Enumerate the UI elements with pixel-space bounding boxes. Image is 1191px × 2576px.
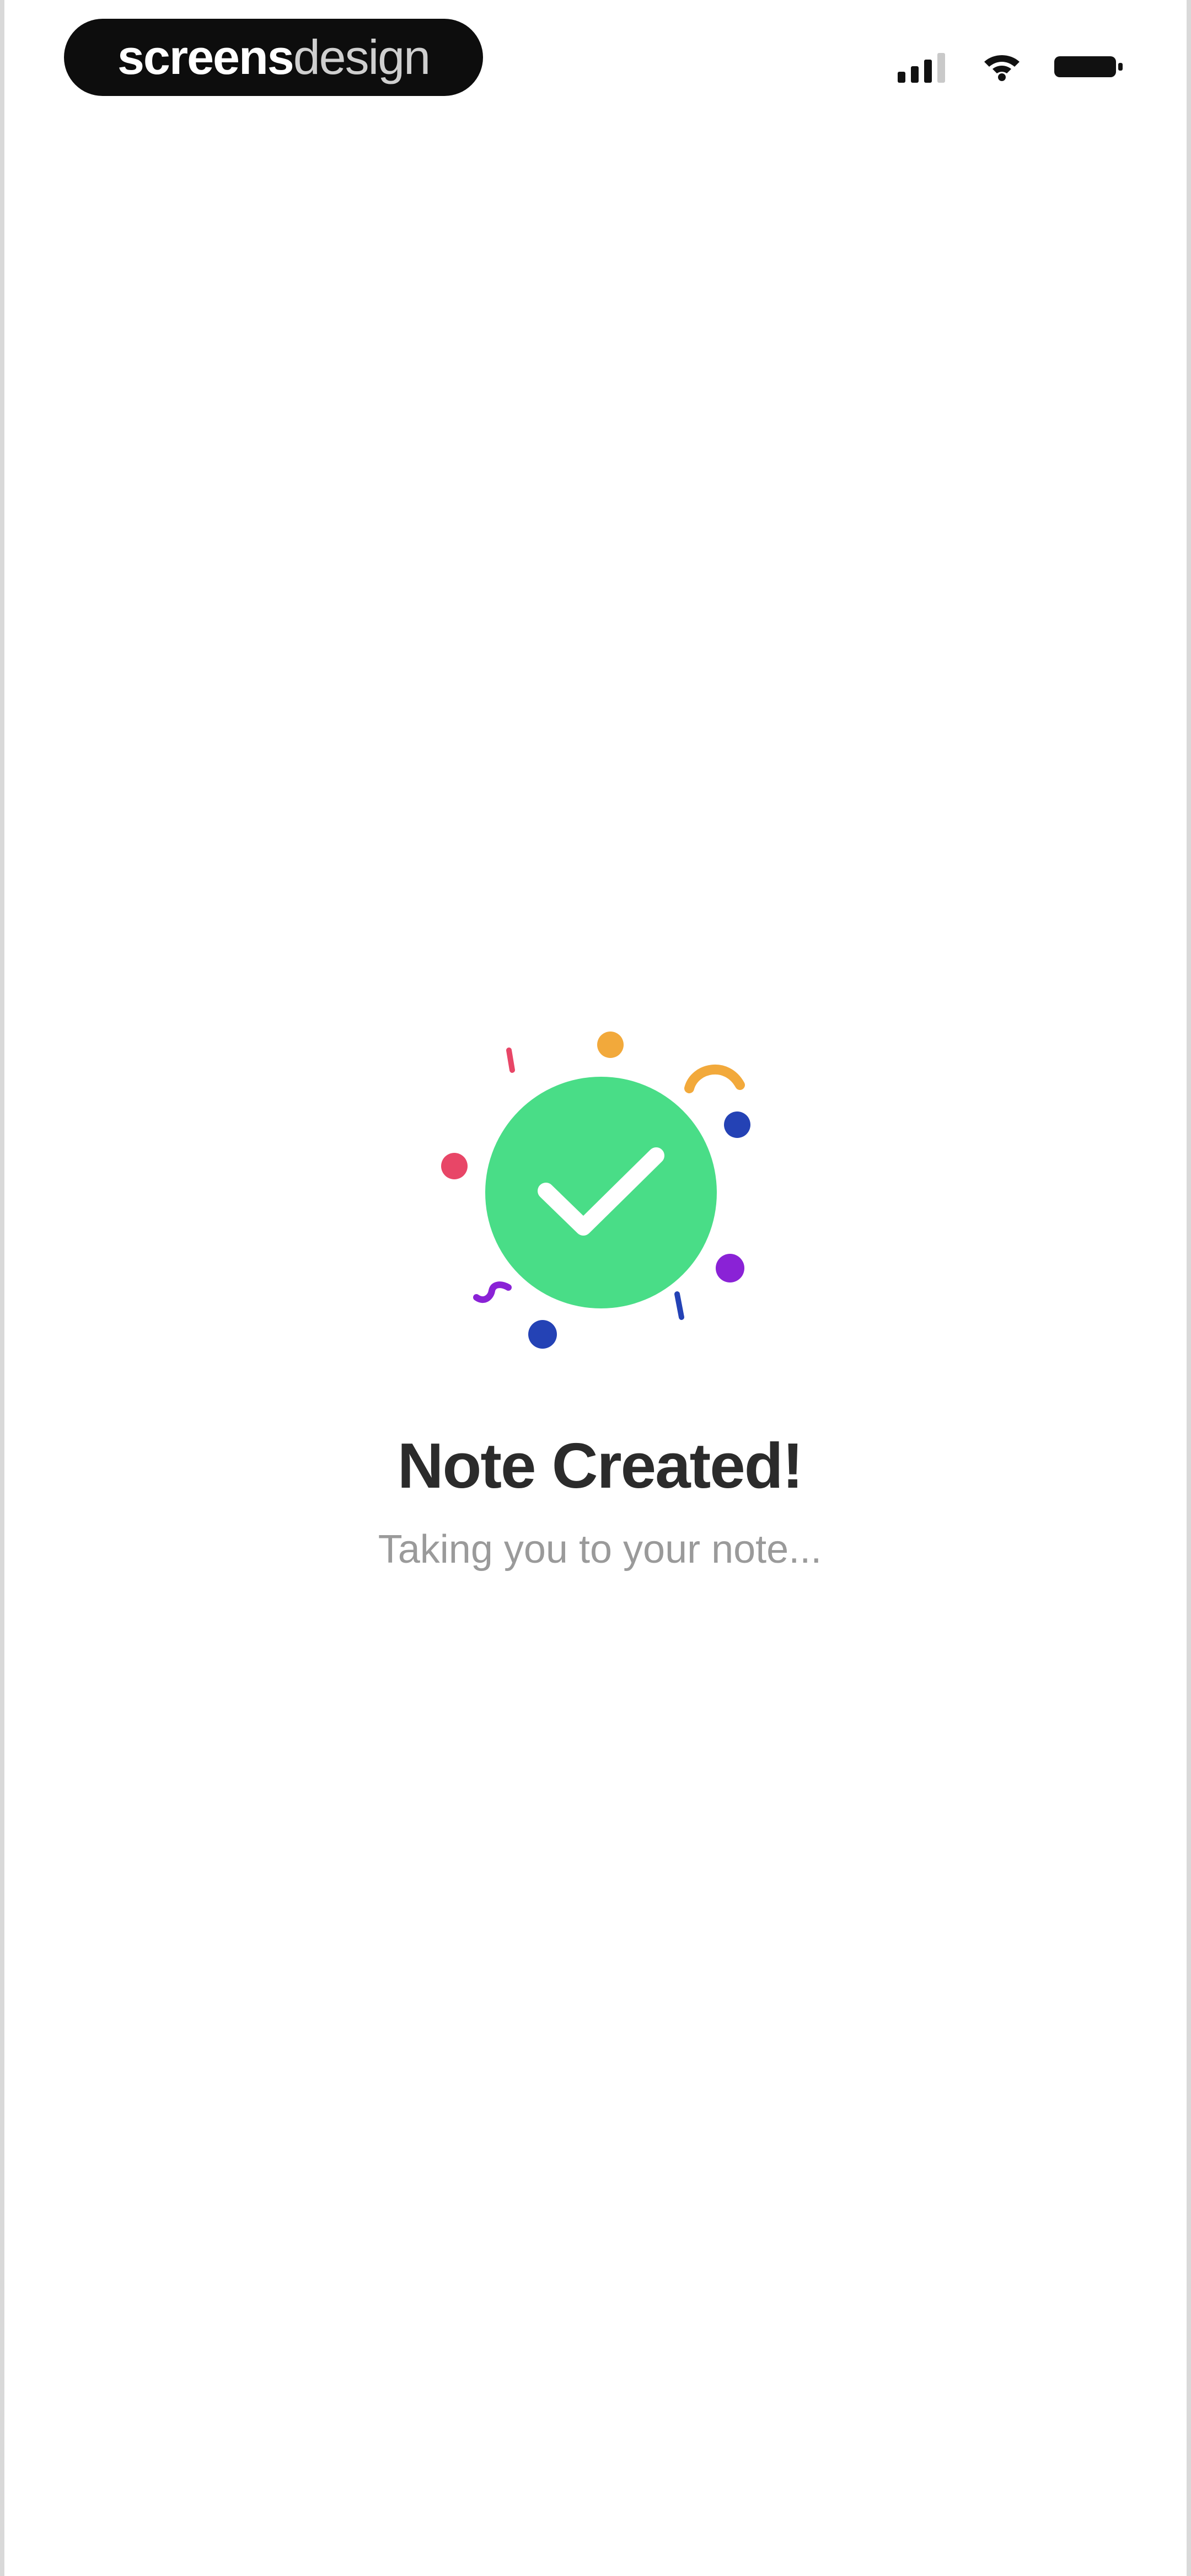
confetti-blue-dot [724, 1111, 750, 1138]
brand-logo-pill: screens design [64, 19, 483, 96]
confetti-pink-dash [506, 1047, 515, 1073]
battery-icon [1054, 56, 1123, 77]
confetti-purple-dot [716, 1254, 744, 1282]
brand-name-bold: screens [117, 30, 294, 84]
status-icons [898, 51, 1124, 83]
note-created-title: Note Created! [397, 1430, 804, 1501]
status-bar: screens design [4, 0, 1191, 121]
success-illustration [423, 1015, 776, 1368]
checkmark-icon [538, 1147, 664, 1236]
confetti-purple-squiggle [473, 1281, 512, 1303]
confetti-orange-arc [684, 1064, 745, 1093]
app-screen: screens design Note Created! Taking you … [0, 0, 1191, 2576]
success-circle [485, 1077, 717, 1308]
wifi-icon [984, 55, 1020, 81]
loading-subtitle: Taking you to your note... [378, 1527, 822, 1572]
confetti-navy-dot [528, 1320, 557, 1349]
confetti-pink-dot [441, 1153, 468, 1179]
signal-icon [898, 53, 945, 83]
confetti-orange-dot [597, 1032, 624, 1058]
confetti-blue-dash [674, 1291, 684, 1320]
brand-name-light: design [293, 30, 431, 84]
